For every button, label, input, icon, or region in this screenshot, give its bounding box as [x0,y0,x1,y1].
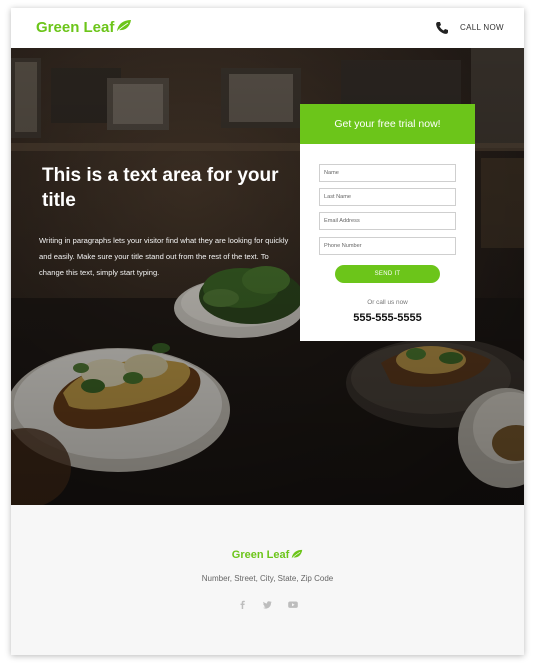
landing-page: Green Leaf CALL NOW This is a text area … [11,8,524,655]
social-links [11,596,524,609]
footer-logo-text: Green Leaf [231,549,290,561]
hero-section: This is a text area for your title Writi… [11,48,524,505]
call-now-link[interactable]: CALL NOW [460,23,504,32]
contact-phone-number[interactable]: 555-555-5555 [300,312,475,324]
site-footer: Green Leaf Number, Street, City, State, … [11,505,524,655]
youtube-icon[interactable] [288,596,298,608]
facebook-icon[interactable] [238,596,247,609]
last-name-field[interactable] [319,188,456,206]
hero-title: This is a text area for your title [42,165,279,211]
form-heading: Get your free trial now! [300,104,475,144]
logo-text: Green Leaf [36,19,115,36]
phone-number-field[interactable] [319,237,456,255]
leaf-icon [117,20,132,31]
site-header: Green Leaf CALL NOW [11,8,524,48]
footer-logo[interactable]: Green Leaf [11,549,524,561]
phone-icon[interactable] [435,21,449,35]
name-field[interactable] [319,164,456,182]
or-call-text: Or call us now [367,299,408,306]
email-field[interactable] [319,212,456,230]
twitter-icon[interactable] [263,596,272,609]
leaf-icon [291,549,303,558]
trial-form-card: Get your free trial now! SEND IT Or call… [300,104,475,341]
send-it-button[interactable]: SEND IT [335,265,440,283]
logo[interactable]: Green Leaf [36,19,132,36]
hero-body-text: Writing in paragraphs lets your visitor … [39,236,289,277]
footer-address: Number, Street, City, State, Zip Code [201,574,334,583]
